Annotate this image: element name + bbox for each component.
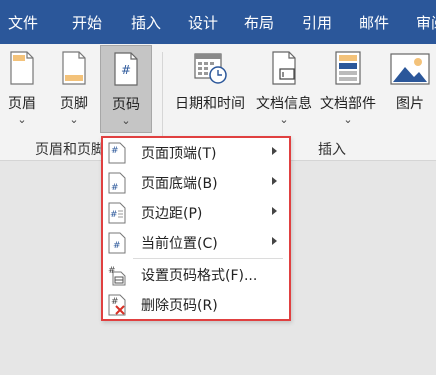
menu-item-label: 当前位置(C) [141,236,218,252]
calendar-clock-icon [194,53,227,84]
header-button-label: 页眉 [8,96,36,112]
header-button[interactable]: 页眉 ⌄ [0,45,44,133]
menu-icon-glyph: # [110,210,118,220]
menu-item-page-margins[interactable]: # 页边距(P) [103,198,289,228]
menu-icon-glyph: # [111,183,119,193]
menu-item-label: 页面底端(B) [141,176,218,192]
tab-layout[interactable]: 布局 [244,12,274,34]
menu-item-label: 页边距(P) [141,206,203,222]
submenu-arrow-icon [272,207,277,215]
tab-home[interactable]: 开始 [72,12,102,34]
chevron-down-icon: ⌄ [17,113,27,126]
submenu-arrow-icon [272,147,277,155]
document-info-icon [272,51,296,85]
tab-insert[interactable]: 插入 [131,12,161,34]
chevron-down-icon: ⌄ [343,113,353,126]
menu-item-label: 页面顶端(T) [141,146,217,162]
tab-references[interactable]: 引用 [302,12,332,34]
page-number-menu: # 页面顶端(T) # 页面底端(B) # 页边距(P) # 当前位置(C) #… [101,136,291,321]
footer-icon [62,51,86,85]
page-top-icon: # [108,142,126,164]
page-number-glyph: # [121,63,131,77]
page-number-button[interactable]: # 页码 ⌄ [100,45,152,133]
menu-separator [133,258,283,259]
footer-button-label: 页脚 [60,96,88,112]
pictures-label: 图片 [396,96,424,112]
footer-button[interactable]: 页脚 ⌄ [52,45,96,133]
chevron-down-icon: ⌄ [121,114,131,127]
submenu-arrow-icon [272,177,277,185]
menu-item-remove-page-numbers[interactable]: # 删除页码(R) [103,290,289,320]
menu-icon-glyph: # [111,297,119,307]
picture-icon [390,53,430,85]
submenu-arrow-icon [272,237,277,245]
remove-page-number-icon: # [108,294,126,316]
pictures-button[interactable]: 图片 [384,45,436,133]
chevron-down-icon: ⌄ [69,113,79,126]
tab-mailings[interactable]: 邮件 [359,12,389,34]
menu-item-label: 设置页码格式(F)... [141,268,258,284]
menu-item-label: 删除页码(R) [141,298,218,314]
group-label-header-footer: 页眉和页脚 [35,142,105,158]
menu-item-current-position[interactable]: # 当前位置(C) [103,228,289,258]
quick-parts-icon [335,51,361,85]
date-time-button[interactable]: 日期和时间 [170,45,250,133]
ribbon-tab-bar: 文件 开始 插入 设计 布局 引用 邮件 审阅 [0,0,436,44]
group-label-insert: 插入 [318,142,346,158]
page-bottom-icon: # [108,172,126,194]
page-number-button-label: 页码 [112,97,140,113]
page-margin-icon: # [108,202,126,224]
page-number-icon: # [114,52,138,86]
document-info-button[interactable]: 文档信息 ⌄ [252,45,316,133]
tab-review[interactable]: 审阅 [416,12,436,34]
date-time-label: 日期和时间 [175,96,245,112]
current-position-icon: # [108,232,126,254]
format-page-number-icon: # [108,266,126,286]
tab-design[interactable]: 设计 [188,12,218,34]
menu-icon-glyph: # [113,241,121,251]
header-icon [10,51,34,85]
quick-parts-button[interactable]: 文档部件 ⌄ [317,45,379,133]
menu-item-bottom-of-page[interactable]: # 页面底端(B) [103,168,289,198]
menu-icon-glyph: # [111,146,119,156]
menu-item-top-of-page[interactable]: # 页面顶端(T) [103,138,289,168]
tab-file[interactable]: 文件 [8,12,38,34]
quick-parts-label: 文档部件 [320,96,376,112]
document-info-label: 文档信息 [256,96,312,112]
menu-item-format-page-numbers[interactable]: # 设置页码格式(F)... [103,260,289,290]
chevron-down-icon: ⌄ [279,113,289,126]
